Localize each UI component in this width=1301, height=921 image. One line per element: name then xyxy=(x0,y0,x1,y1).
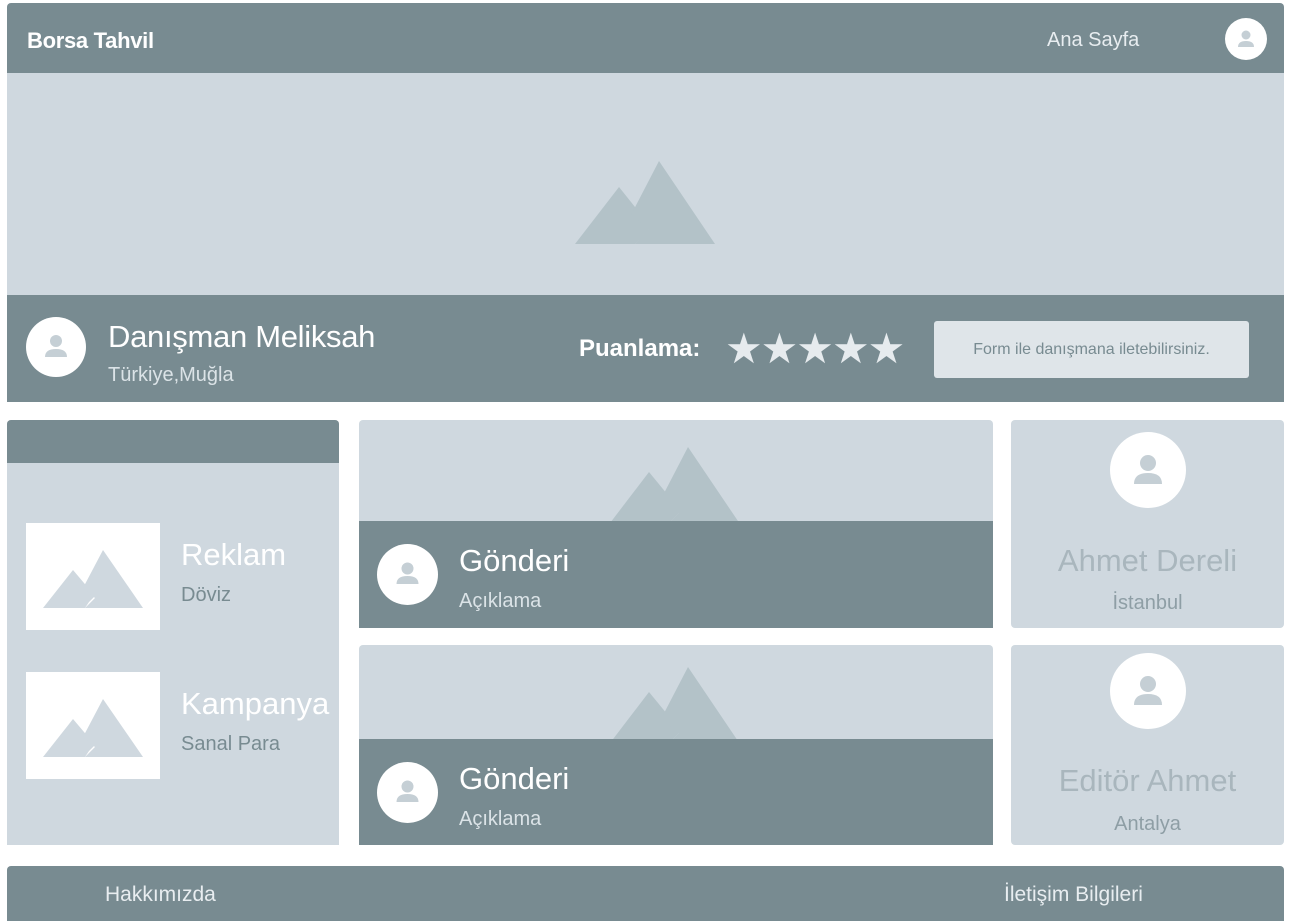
person-card[interactable]: Ahmet Dereli İstanbul xyxy=(1011,420,1284,628)
image-placeholder-icon xyxy=(575,161,715,244)
post-title: Gönderi xyxy=(459,761,570,796)
post-description: Açıklama xyxy=(459,808,542,830)
ad-subtitle: Döviz xyxy=(181,584,232,606)
person-city: Antalya xyxy=(1114,813,1181,835)
image-placeholder-icon xyxy=(43,550,143,608)
person-avatar xyxy=(1110,653,1186,729)
post-title: Gönderi xyxy=(459,543,570,578)
sidebar-item-reklam[interactable]: Reklam Döviz xyxy=(26,523,339,631)
ad-thumbnail xyxy=(26,523,160,630)
post-card[interactable]: Gönderi Açıklama xyxy=(359,645,993,845)
page: Borsa Tahvil Ana Sayfa Danışman Meliksah… xyxy=(0,0,1301,921)
image-placeholder-icon xyxy=(607,447,742,527)
post-caption-bar: Gönderi Açıklama xyxy=(359,739,993,845)
user-icon[interactable] xyxy=(1225,18,1267,60)
person-name: Editör Ahmet xyxy=(1058,763,1237,798)
image-placeholder-icon xyxy=(607,667,742,747)
footer-bar: Hakkımızda İletişim Bilgileri xyxy=(7,866,1284,921)
contact-form-button[interactable]: Form ile danışmana iletebilirsiniz. xyxy=(934,321,1249,378)
advisor-name: Danışman Meliksah xyxy=(108,319,376,354)
person-avatar xyxy=(1110,432,1186,508)
advisor-profile-bar: Danışman Meliksah Türkiye,Muğla Puanlama… xyxy=(7,295,1284,402)
hero-banner xyxy=(7,73,1284,295)
ad-title: Kampanya xyxy=(181,686,330,721)
footer-about-link[interactable]: Hakkımızda xyxy=(105,883,216,907)
post-card[interactable]: Gönderi Açıklama xyxy=(359,420,993,628)
ad-title: Reklam xyxy=(181,537,287,572)
ad-thumbnail xyxy=(26,672,160,779)
post-author-avatar xyxy=(377,762,438,823)
person-card[interactable]: Editör Ahmet Antalya xyxy=(1011,645,1284,845)
ad-subtitle: Sanal Para xyxy=(181,733,280,755)
image-placeholder-icon xyxy=(43,699,143,757)
nav-home-link[interactable]: Ana Sayfa xyxy=(1047,29,1139,52)
sidebar-item-kampanya[interactable]: Kampanya Sanal Para xyxy=(26,672,339,780)
person-name: Ahmet Dereli xyxy=(1057,543,1238,578)
rating-label: Puanlama: xyxy=(579,335,701,362)
post-caption-bar: Gönderi Açıklama xyxy=(359,521,993,628)
ads-sidebar: Reklam Döviz Kampanya Sanal Para xyxy=(7,420,339,845)
post-author-avatar xyxy=(377,544,438,605)
advisor-avatar xyxy=(26,317,86,377)
sidebar-header xyxy=(7,420,339,463)
person-city: İstanbul xyxy=(1112,592,1183,614)
advisor-location: Türkiye,Muğla xyxy=(108,364,234,386)
footer-contact-link[interactable]: İletişim Bilgileri xyxy=(1004,883,1143,907)
top-nav-bar: Borsa Tahvil Ana Sayfa xyxy=(7,3,1284,73)
rating-stars[interactable]: ★★★★★ xyxy=(725,325,905,373)
site-brand[interactable]: Borsa Tahvil xyxy=(27,28,154,54)
post-description: Açıklama xyxy=(459,590,542,612)
